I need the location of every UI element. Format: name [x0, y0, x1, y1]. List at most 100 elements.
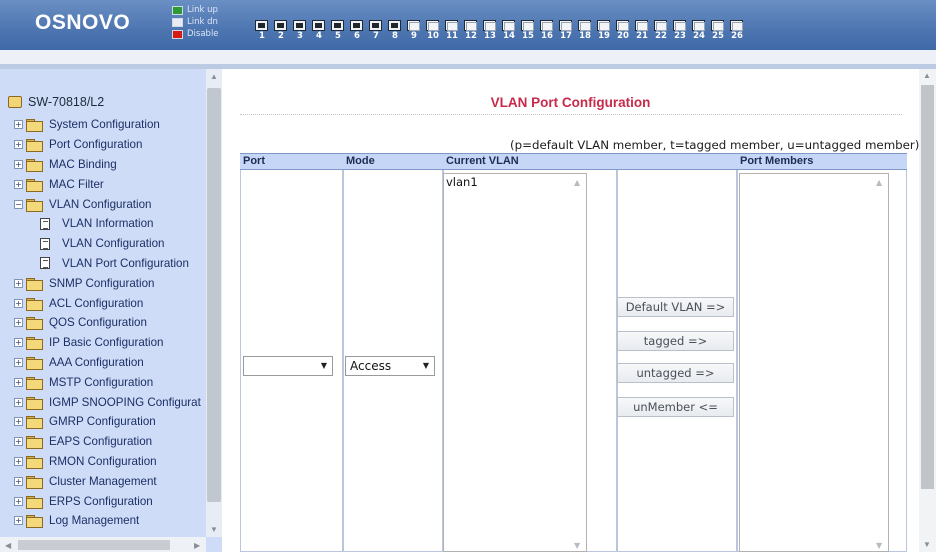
port-indicator[interactable]: 24 — [692, 20, 705, 41]
default-vlan-button[interactable]: Default VLAN => — [617, 297, 734, 317]
nav-folder-item[interactable]: + System Configuration — [14, 115, 201, 135]
port-indicator[interactable]: 11 — [445, 20, 458, 41]
port-indicator[interactable]: 9 — [407, 20, 420, 41]
current-vlan-listbox[interactable]: vlan1 ▲ ▼ — [443, 173, 587, 552]
nav-folder-item[interactable]: + MSTP Configuration — [14, 372, 201, 392]
nav-folder-item[interactable]: + Log Management — [14, 511, 201, 531]
nav-folder-item[interactable]: + QOS Configuration — [14, 313, 201, 333]
expand-icon[interactable]: + — [14, 318, 23, 328]
port-indicator[interactable]: 5 — [331, 20, 344, 41]
nav-folder-item[interactable]: + RMON Configuration — [14, 452, 201, 472]
port-indicator[interactable]: 13 — [483, 20, 496, 41]
port-indicator[interactable]: 6 — [350, 20, 363, 41]
port-indicator[interactable]: 17 — [559, 20, 572, 41]
port-link-down-icon — [616, 20, 629, 31]
tagged-button[interactable]: tagged => — [617, 331, 734, 351]
port-indicator[interactable]: 15 — [521, 20, 534, 41]
nav-root[interactable]: SW-70818/L2 — [8, 95, 104, 109]
expand-icon[interactable]: + — [14, 496, 23, 506]
port-indicator[interactable]: 22 — [654, 20, 667, 41]
port-indicator[interactable]: 26 — [730, 20, 743, 41]
expand-icon[interactable]: + — [14, 417, 23, 427]
vlan-list-item[interactable]: vlan1 — [446, 175, 584, 189]
port-indicator[interactable]: 3 — [293, 20, 306, 41]
collapse-icon[interactable]: − — [14, 199, 23, 209]
port-indicator[interactable]: 12 — [464, 20, 477, 41]
nav-subitem[interactable]: VLAN Port Configuration — [14, 254, 201, 274]
listbox-down-arrow-icon[interactable]: ▼ — [574, 542, 580, 550]
expand-icon[interactable]: + — [14, 516, 23, 526]
nav-folder-item[interactable]: − VLAN Configuration — [14, 194, 201, 214]
port-members-listbox[interactable]: ▲ ▼ — [739, 173, 889, 552]
port-number: 3 — [297, 31, 303, 41]
expand-icon[interactable]: + — [14, 377, 23, 387]
nav-folder-item[interactable]: + SNMP Configuration — [14, 273, 201, 293]
nav-folder-item[interactable]: + IP Basic Configuration — [14, 333, 201, 353]
listbox-up-arrow-icon[interactable]: ▲ — [876, 179, 882, 187]
listbox-up-arrow-icon[interactable]: ▲ — [574, 179, 580, 187]
scroll-up-arrow-icon[interactable]: ▲ — [210, 73, 218, 81]
expand-icon[interactable]: + — [14, 298, 23, 308]
nav-subitem[interactable]: VLAN Information — [14, 214, 201, 234]
unmember-button[interactable]: unMember <= — [617, 397, 734, 417]
port-indicator[interactable]: 20 — [616, 20, 629, 41]
scroll-down-arrow-icon[interactable]: ▼ — [210, 526, 218, 534]
expand-icon[interactable]: + — [14, 437, 23, 447]
port-indicator[interactable]: 4 — [312, 20, 325, 41]
main-scroll-down-icon[interactable]: ▼ — [923, 541, 931, 549]
nav-folder-item[interactable]: + Cluster Management — [14, 471, 201, 491]
mode-select[interactable]: Access ▼ — [345, 356, 435, 376]
column-header-actions — [617, 153, 737, 170]
nav-item-label: IGMP SNOOPING Configurat — [49, 395, 201, 409]
port-indicator[interactable]: 7 — [369, 20, 382, 41]
vlan-list: vlan1 — [444, 174, 586, 190]
expand-icon[interactable]: + — [14, 456, 23, 466]
expand-icon[interactable]: + — [14, 397, 23, 407]
port-indicator[interactable]: 14 — [502, 20, 515, 41]
folder-icon — [26, 317, 43, 331]
listbox-scrollbar[interactable]: ▲ ▼ — [570, 174, 586, 551]
expand-icon[interactable]: + — [14, 179, 23, 189]
main-scroll-up-icon[interactable]: ▲ — [923, 72, 931, 80]
port-indicator[interactable]: 10 — [426, 20, 439, 41]
nav-folder-item[interactable]: + ACL Configuration — [14, 293, 201, 313]
nav-folder-item[interactable]: + MAC Filter — [14, 174, 201, 194]
expand-icon[interactable]: + — [14, 159, 23, 169]
nav-folder-item[interactable]: + GMRP Configuration — [14, 412, 201, 432]
listbox-down-arrow-icon[interactable]: ▼ — [876, 542, 882, 550]
expand-icon[interactable]: + — [14, 278, 23, 288]
nav-folder-item[interactable]: + ERPS Configuration — [14, 491, 201, 511]
sidebar-scroll-thumb[interactable] — [207, 88, 221, 502]
port-legend: Link up Link dn Disable — [172, 4, 219, 40]
nav-folder-item[interactable]: + AAA Configuration — [14, 353, 201, 373]
column-header-current-vlan: Current VLAN — [443, 153, 617, 170]
listbox-scrollbar[interactable]: ▲ ▼ — [872, 174, 888, 551]
sidebar-hscroll-thumb[interactable] — [18, 540, 170, 550]
expand-icon[interactable]: + — [14, 338, 23, 348]
nav-folder-item[interactable]: + Port Configuration — [14, 135, 201, 155]
port-indicator[interactable]: 25 — [711, 20, 724, 41]
untagged-button[interactable]: untagged => — [617, 363, 734, 383]
nav-folder-item[interactable]: + EAPS Configuration — [14, 432, 201, 452]
expand-icon[interactable]: + — [14, 120, 23, 130]
port-link-down-icon — [597, 20, 610, 31]
nav-folder-item[interactable]: + MAC Binding — [14, 155, 201, 175]
port-indicator[interactable]: 8 — [388, 20, 401, 41]
port-indicator[interactable]: 1 — [255, 20, 268, 41]
expand-icon[interactable]: + — [14, 140, 23, 150]
main-scroll-thumb[interactable] — [921, 85, 934, 489]
nav-subitem[interactable]: VLAN Configuration — [14, 234, 201, 254]
expand-icon[interactable]: + — [14, 357, 23, 367]
port-indicator[interactable]: 2 — [274, 20, 287, 41]
port-indicator[interactable]: 21 — [635, 20, 648, 41]
nav-folder-item[interactable]: + IGMP SNOOPING Configurat — [14, 392, 201, 412]
expand-icon[interactable]: + — [14, 476, 23, 486]
port-indicator[interactable]: 16 — [540, 20, 553, 41]
scroll-right-arrow-icon[interactable]: ▶ — [194, 542, 200, 550]
port-indicator[interactable]: 23 — [673, 20, 686, 41]
port-indicator[interactable]: 18 — [578, 20, 591, 41]
port-indicator[interactable]: 19 — [597, 20, 610, 41]
scroll-left-arrow-icon[interactable]: ◀ — [5, 542, 11, 550]
port-select[interactable]: ▼ — [243, 356, 333, 376]
nav-item-label: MAC Binding — [49, 157, 117, 171]
